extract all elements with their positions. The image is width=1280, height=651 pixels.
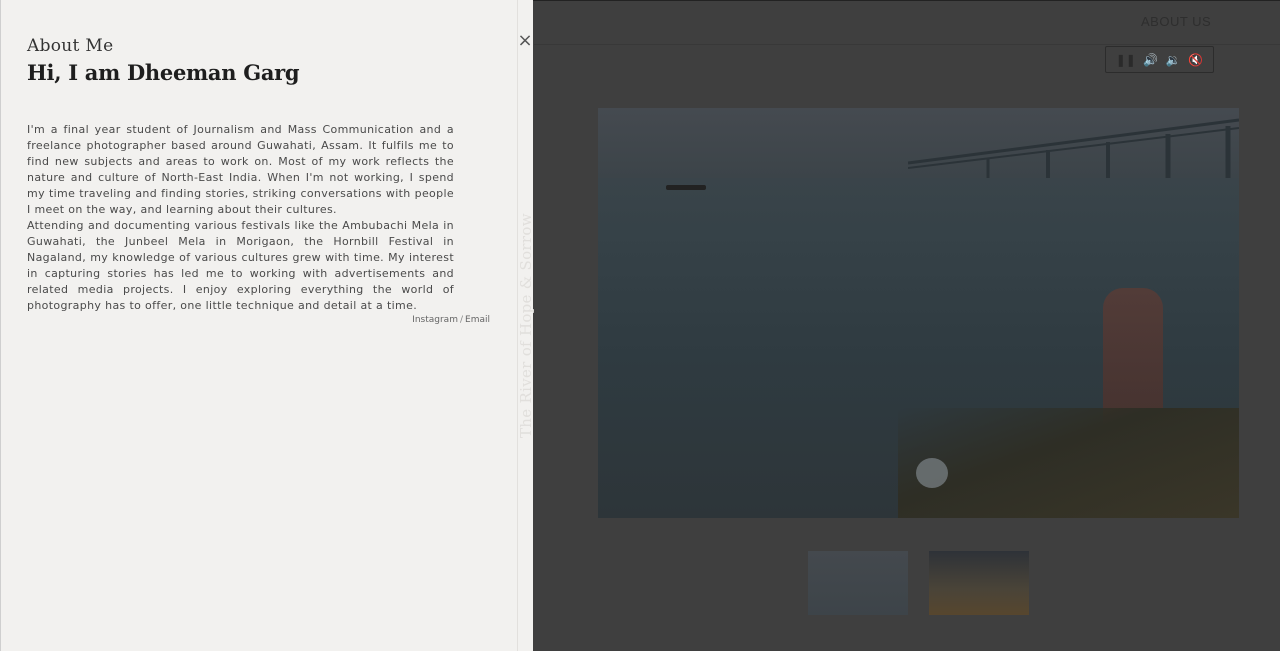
instagram-link[interactable]: Instagram [412,315,458,325]
pause-icon[interactable]: ❚❚ [1116,54,1136,66]
about-heading: Hi, I am Dheeman Garg [27,60,300,85]
nav-divider [534,44,1280,45]
photo-pot [916,458,948,488]
thumbnail-1[interactable] [808,551,908,615]
about-label: About Me [27,36,114,56]
contact-links: Instagram / Email [412,315,490,325]
main-photo[interactable] [598,108,1239,518]
audio-controls: ❚❚ 🔊 🔉 🔇 [1105,46,1214,73]
bio-paragraph-2: Attending and documenting various festiv… [27,219,454,312]
nav-about-us-link[interactable]: ABOUT US [1141,14,1211,29]
photo-shore [898,408,1239,518]
mute-icon[interactable]: 🔇 [1188,54,1203,66]
photo-bridge [908,118,1239,178]
volume-up-icon[interactable]: 🔊 [1143,54,1158,66]
link-separator: / [459,315,464,325]
close-icon[interactable]: × [516,31,534,51]
photo-boat [666,185,706,190]
thumbnail-2[interactable] [929,551,1029,615]
email-link[interactable]: Email [465,315,490,325]
volume-down-icon[interactable]: 🔉 [1166,54,1181,66]
bio-paragraph-1: I'm a final year student of Journalism a… [27,123,454,216]
about-panel: About Me Hi, I am Dheeman Garg I'm a fin… [0,0,535,651]
vertical-gallery-title: The River of Hope & Sorrow [517,213,535,438]
